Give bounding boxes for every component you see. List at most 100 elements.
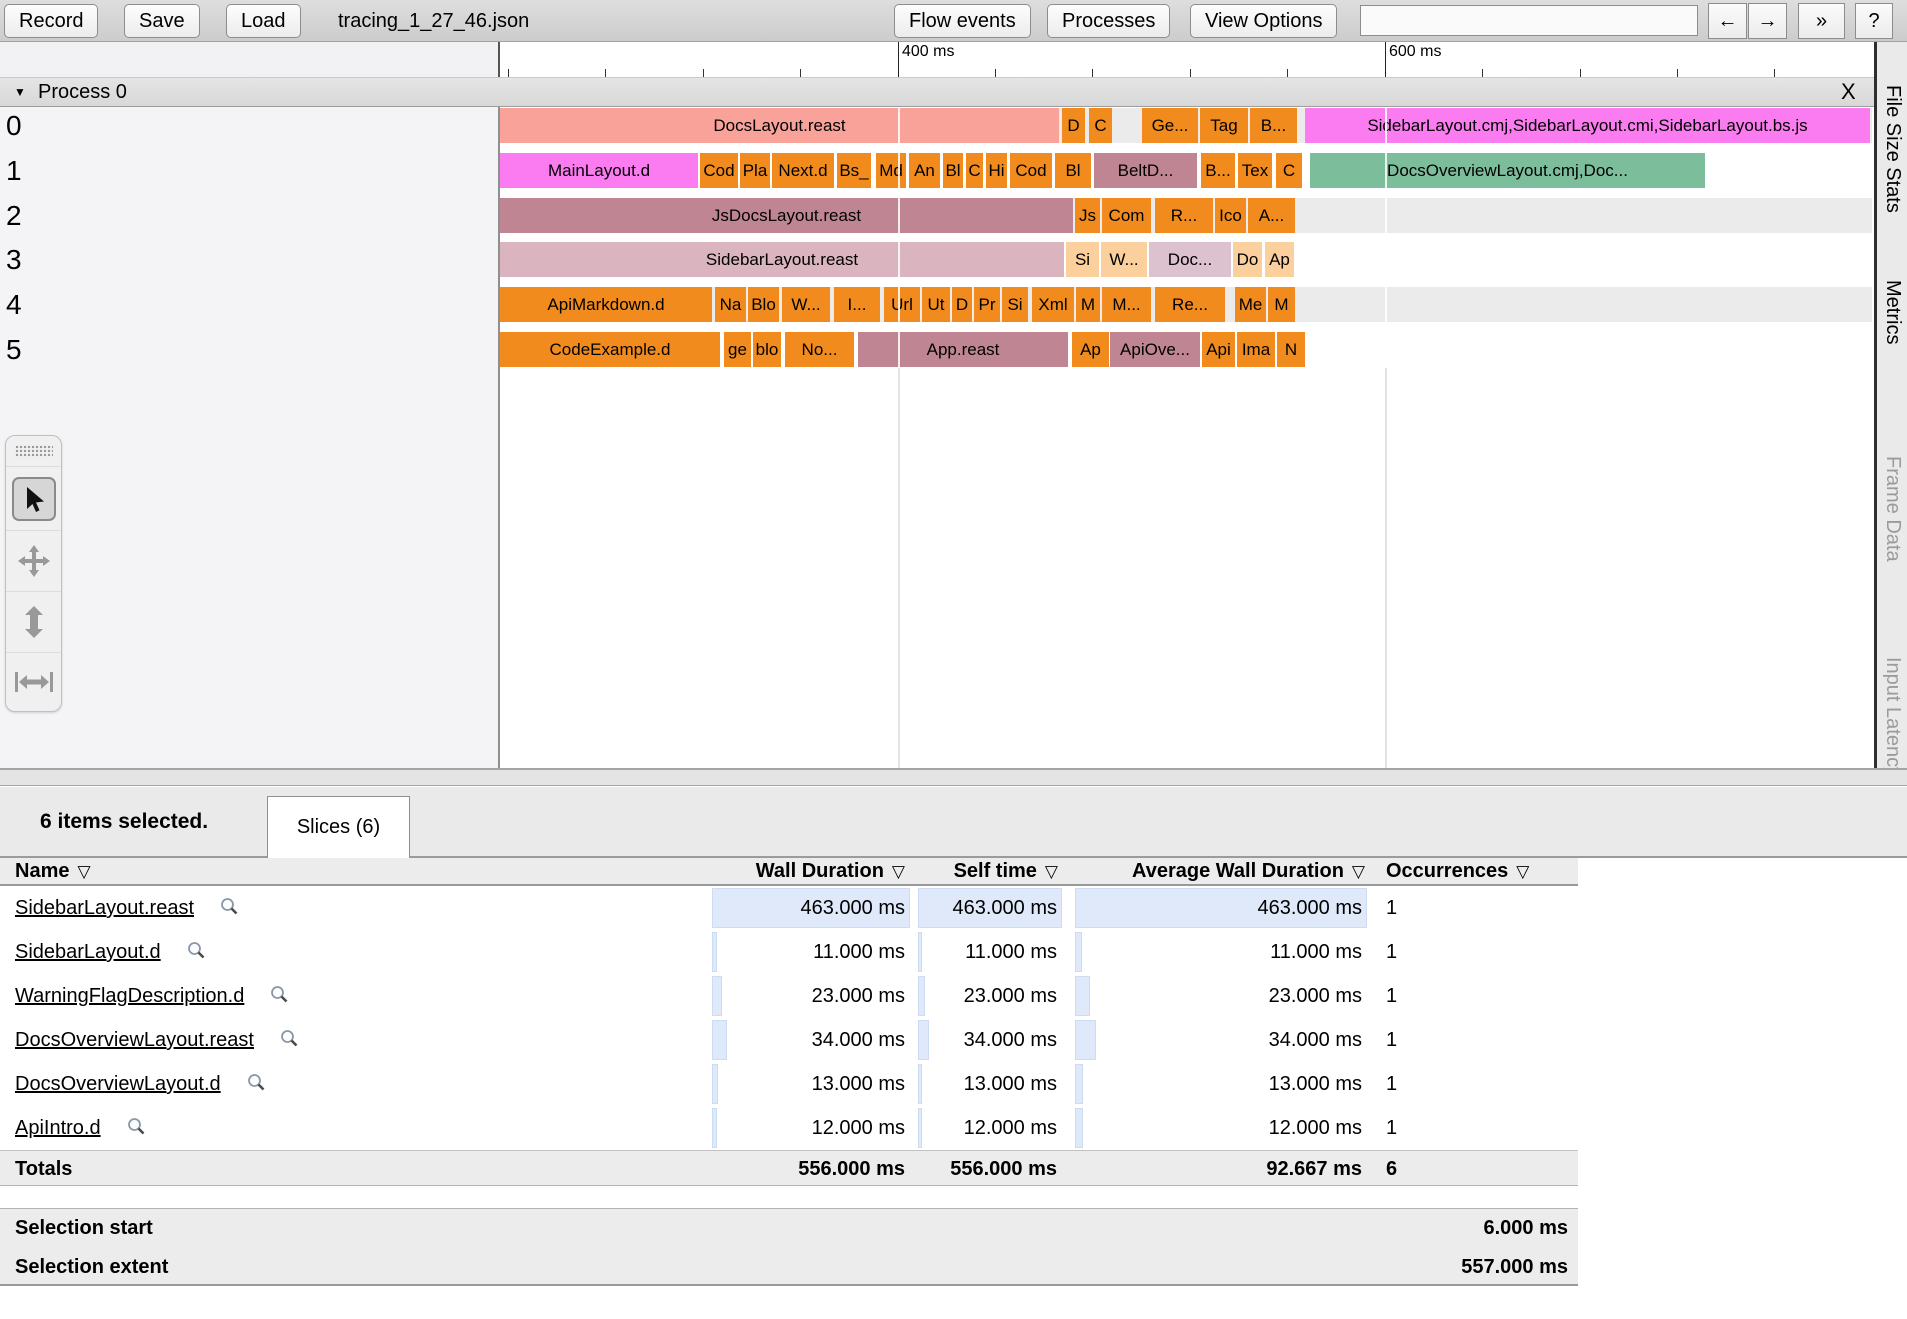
magnifier-icon[interactable] xyxy=(270,987,289,1009)
sort-arrow-icon[interactable]: ▽ xyxy=(1516,862,1529,881)
magnifier-icon[interactable] xyxy=(247,1075,266,1097)
trace-slice[interactable]: C xyxy=(1276,153,1302,188)
magnifier-icon[interactable] xyxy=(220,899,239,921)
trace-slice[interactable]: An xyxy=(909,153,940,188)
trace-slice[interactable]: Ut xyxy=(922,287,950,322)
pan-tool-button[interactable] xyxy=(6,530,61,591)
trace-slice[interactable]: N xyxy=(1277,332,1305,367)
trace-slice[interactable]: Md xyxy=(876,153,906,188)
trace-slice[interactable]: Me xyxy=(1235,287,1266,322)
trace-slice[interactable]: blo xyxy=(753,332,781,367)
sort-arrow-icon[interactable]: ▽ xyxy=(1352,862,1365,881)
magnifier-icon[interactable] xyxy=(187,943,206,965)
trace-slice[interactable]: Pr xyxy=(974,287,1000,322)
trace-slice[interactable]: Bs_ xyxy=(837,153,871,188)
trace-slice[interactable]: Re... xyxy=(1155,287,1225,322)
help-button[interactable]: ? xyxy=(1855,3,1893,39)
trace-slice[interactable]: App.reast xyxy=(858,332,1068,367)
trace-slice[interactable]: DocsOverviewLayout.cmj,Doc... xyxy=(1310,153,1705,188)
trace-slice[interactable]: Api xyxy=(1202,332,1235,367)
sidebar-tab-metrics[interactable]: Metrics xyxy=(1881,280,1904,344)
magnifier-icon[interactable] xyxy=(127,1119,146,1141)
flame-chart[interactable]: DocsLayout.reastDCGe...TagB...SidebarLay… xyxy=(498,107,1872,768)
timing-tool-button[interactable] xyxy=(6,652,61,711)
trace-slice[interactable]: DocsLayout.reast xyxy=(500,108,1059,143)
palette-drag-handle[interactable] xyxy=(6,436,61,466)
trace-slice[interactable]: M xyxy=(1268,287,1295,322)
sort-arrow-icon[interactable]: ▽ xyxy=(1045,862,1058,881)
timeline-ruler[interactable]: 400 ms600 ms xyxy=(498,42,1872,77)
close-process-button[interactable]: X xyxy=(1841,78,1856,106)
slice-name-link[interactable]: WarningFlagDescription.d xyxy=(15,974,289,1018)
column-header-occurrences[interactable]: Occurrences▽ xyxy=(1386,858,1529,884)
flow-events-button[interactable]: Flow events xyxy=(894,4,1031,38)
load-button[interactable]: Load xyxy=(226,4,301,38)
slice-name-link[interactable]: SidebarLayout.d xyxy=(15,930,206,974)
process-header[interactable]: ▼ Process 0 X xyxy=(0,77,1876,107)
trace-slice[interactable]: B... xyxy=(1201,153,1235,188)
trace-slice[interactable]: C xyxy=(966,153,983,188)
column-header-wall-duration[interactable]: Wall Duration▽ xyxy=(756,858,905,884)
trace-slice[interactable]: SidebarLayout.reast xyxy=(500,242,1064,277)
sidebar-tab-file-size-stats[interactable]: File Size Stats xyxy=(1881,85,1904,213)
trace-slice[interactable]: W... xyxy=(782,287,830,322)
horizontal-splitter[interactable] xyxy=(0,768,1907,786)
trace-slice[interactable]: Ima xyxy=(1237,332,1275,367)
more-tools-button[interactable]: » xyxy=(1798,3,1845,39)
search-input[interactable] xyxy=(1360,5,1698,36)
trace-slice[interactable]: Doc... xyxy=(1149,242,1231,277)
trace-slice[interactable]: SidebarLayout.cmj,SidebarLayout.cmi,Side… xyxy=(1305,108,1870,143)
column-header-name[interactable]: Name▽ xyxy=(15,858,91,884)
trace-slice[interactable]: A... xyxy=(1248,198,1295,233)
slice-name-link[interactable]: DocsOverviewLayout.d xyxy=(15,1062,266,1106)
trace-slice[interactable]: B... xyxy=(1250,108,1297,143)
trace-slice[interactable]: No... xyxy=(785,332,854,367)
trace-slice[interactable]: C xyxy=(1089,108,1112,143)
trace-slice[interactable]: ApiMarkdown.d xyxy=(500,287,712,322)
slice-name-link[interactable]: DocsOverviewLayout.reast xyxy=(15,1018,299,1062)
sort-arrow-icon[interactable]: ▽ xyxy=(892,862,905,881)
trace-slice[interactable]: Next.d xyxy=(772,153,834,188)
trace-slice[interactable]: Hi xyxy=(986,153,1007,188)
tab-slices[interactable]: Slices (6) xyxy=(267,796,410,858)
processes-button[interactable]: Processes xyxy=(1047,4,1170,38)
slice-name-link[interactable]: ApiIntro.d xyxy=(15,1106,146,1150)
save-button[interactable]: Save xyxy=(124,4,200,38)
trace-slice[interactable]: Tag xyxy=(1200,108,1248,143)
trace-slice[interactable]: Bl xyxy=(1055,153,1091,188)
view-options-button[interactable]: View Options xyxy=(1190,4,1337,38)
trace-slice[interactable]: Si xyxy=(1002,287,1028,322)
collapse-triangle-icon[interactable]: ▼ xyxy=(14,78,26,106)
trace-slice[interactable]: D xyxy=(1062,108,1085,143)
trace-slice[interactable]: M xyxy=(1076,287,1100,322)
trace-slice[interactable]: CodeExample.d xyxy=(500,332,720,367)
trace-slice[interactable]: W... xyxy=(1101,242,1147,277)
trace-slice[interactable]: M... xyxy=(1102,287,1151,322)
trace-slice[interactable]: I... xyxy=(834,287,880,322)
vertical-zoom-tool-button[interactable] xyxy=(6,591,61,652)
trace-slice[interactable]: Bl xyxy=(943,153,963,188)
find-previous-button[interactable]: ← xyxy=(1708,3,1747,39)
record-button[interactable]: Record xyxy=(4,4,98,38)
trace-slice[interactable]: JsDocsLayout.reast xyxy=(500,198,1073,233)
trace-slice[interactable]: Ge... xyxy=(1142,108,1198,143)
trace-slice[interactable]: MainLayout.d xyxy=(500,153,698,188)
selection-tool-button[interactable] xyxy=(6,466,61,530)
trace-slice[interactable]: ApiOve... xyxy=(1110,332,1200,367)
trace-slice[interactable]: Ap xyxy=(1072,332,1109,367)
trace-slice[interactable]: Cod xyxy=(700,153,738,188)
column-header-self-time[interactable]: Self time▽ xyxy=(954,858,1058,884)
trace-slice[interactable]: Xml xyxy=(1032,287,1074,322)
column-header-average-wall-duration[interactable]: Average Wall Duration▽ xyxy=(1132,858,1365,884)
slice-name-link[interactable]: SidebarLayout.reast xyxy=(15,886,239,930)
trace-slice[interactable]: D xyxy=(952,287,972,322)
trace-slice[interactable]: Url xyxy=(884,287,920,322)
trace-slice[interactable]: Ap xyxy=(1265,242,1294,277)
trace-slice[interactable]: BeltD... xyxy=(1094,153,1197,188)
trace-slice[interactable]: Na xyxy=(715,287,746,322)
trace-slice[interactable]: Js xyxy=(1075,198,1100,233)
trace-slice[interactable]: Ico xyxy=(1215,198,1246,233)
sort-arrow-icon[interactable]: ▽ xyxy=(77,862,90,881)
trace-slice[interactable]: Pla xyxy=(740,153,770,188)
trace-slice[interactable]: R... xyxy=(1155,198,1213,233)
